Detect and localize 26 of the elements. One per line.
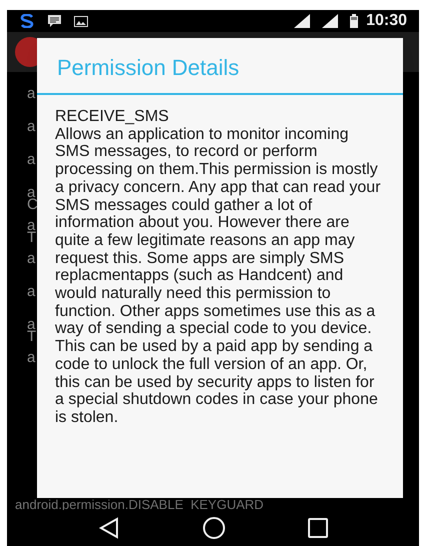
image-icon — [74, 16, 88, 26]
sync-icon — [19, 14, 35, 28]
battery-icon — [350, 14, 358, 28]
list-item-text: a — [27, 154, 36, 166]
signal-icon — [294, 14, 310, 28]
list-item-text: android.permission.DISABLE_KEYGUARD — [15, 498, 264, 512]
list-item-text: a — [27, 88, 36, 100]
permission-description: Allows an application to monitor incoming SMS messages, to record or perform processing on them.This permission is mostly a privacy concern. Any app that can read your SMS messages could gather a lot of information about you. However there are quite a few legitimate reasons an app may request this. Some apps are simply SMS replacmentapps (such as Handcent) and would naturally need this permission to function. Other apps sometimes use this as a way of sending a special code to you device. This can be used by a paid app by sending a code to unlock the full version of an app. Or, this can be used by security apps to listen for a special shutdown codes in case your phone is stolen. — [55, 126, 382, 427]
list-item-text: T — [27, 331, 36, 343]
list-item-text: a — [27, 187, 36, 199]
message-icon — [47, 14, 62, 28]
status-time: 10:30 — [366, 11, 407, 31]
back-icon[interactable] — [98, 517, 120, 539]
list-item-text: T — [27, 232, 36, 244]
signal-icon — [322, 14, 338, 28]
home-icon[interactable] — [202, 516, 226, 540]
list-item-text: C — [27, 199, 38, 211]
list-item-text: a — [27, 352, 36, 364]
list-item-text: a — [27, 319, 36, 331]
list-item-text: a — [27, 253, 36, 265]
recents-icon[interactable] — [308, 518, 328, 538]
list-item-text: a — [27, 286, 36, 298]
permission-name: RECEIVE_SMS — [55, 108, 170, 126]
list-item-text: a — [27, 121, 36, 133]
dialog-title: Permission Details — [37, 38, 403, 95]
list-item-text: a — [27, 220, 36, 232]
